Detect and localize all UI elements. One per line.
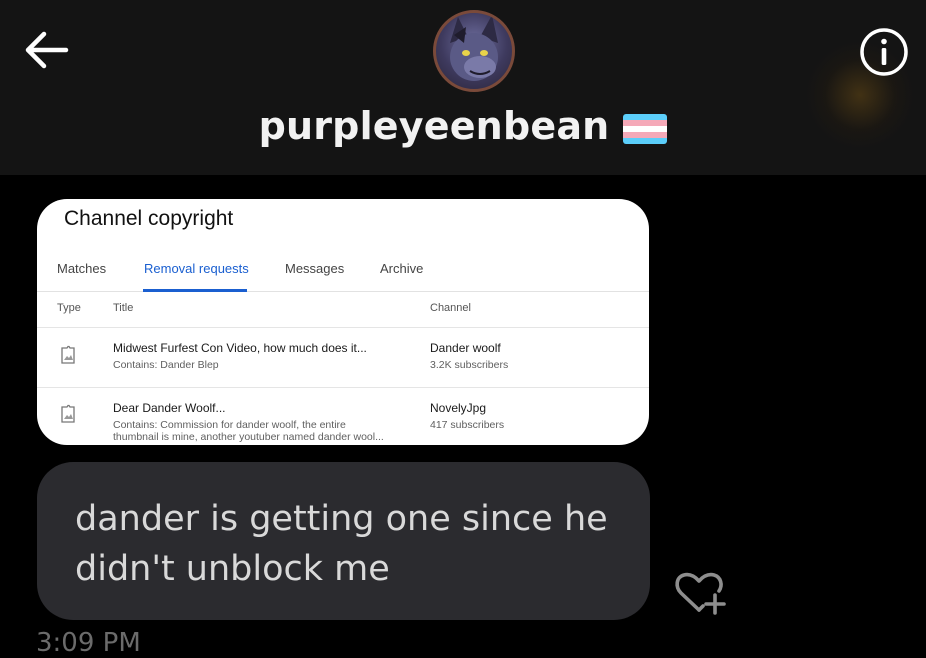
trans-flag-icon xyxy=(623,113,668,144)
row-contains: Contains: Dander Blep xyxy=(113,359,219,371)
conversation-title[interactable]: purpleyeenbean xyxy=(0,104,926,148)
column-header-channel: Channel xyxy=(430,302,471,314)
attached-screenshot[interactable]: Channel copyright Matches Removal reques… xyxy=(37,199,649,445)
message-timestamp: 3:09 PM xyxy=(36,628,141,658)
row-title[interactable]: Midwest Furfest Con Video, how much does… xyxy=(113,341,367,355)
info-button[interactable] xyxy=(858,26,910,78)
info-icon xyxy=(860,28,908,76)
row-contains-continued: thumbnail is mine, another youtuber name… xyxy=(113,431,384,443)
tab-matches[interactable]: Matches xyxy=(57,261,106,276)
row-channel[interactable]: Dander woolf xyxy=(430,341,501,355)
tab-archive[interactable]: Archive xyxy=(380,261,423,276)
row-subscribers: 3.2K subscribers xyxy=(430,359,509,371)
image-icon xyxy=(61,404,75,423)
tab-messages[interactable]: Messages xyxy=(285,261,344,276)
chat-header: purpleyeenbean xyxy=(0,0,926,175)
react-button[interactable] xyxy=(672,568,728,618)
row-contains: Contains: Commission for dander woolf, t… xyxy=(113,419,346,431)
back-button[interactable] xyxy=(22,28,72,72)
wolf-avatar-illustration xyxy=(450,15,498,81)
message-line-1: dander is getting one since he xyxy=(75,499,608,539)
back-arrow-icon xyxy=(25,31,69,69)
tab-bar: Matches Removal requests Messages Archiv… xyxy=(37,261,649,292)
message-text: dander is getting one since he didn't un… xyxy=(75,494,635,594)
tab-removal-requests[interactable]: Removal requests xyxy=(144,261,249,276)
active-tab-indicator xyxy=(143,289,247,292)
message-bubble[interactable]: dander is getting one since he didn't un… xyxy=(37,462,650,620)
table-row[interactable]: Dear Dander Woolf... Contains: Commissio… xyxy=(37,388,649,445)
row-channel[interactable]: NovelyJpg xyxy=(430,401,486,415)
row-title[interactable]: Dear Dander Woolf... xyxy=(113,401,226,415)
column-header-title: Title xyxy=(113,302,134,314)
table-row[interactable]: Midwest Furfest Con Video, how much does… xyxy=(37,328,649,388)
avatar[interactable] xyxy=(433,10,515,92)
message-line-2: didn't unblock me xyxy=(75,549,390,589)
card-title: Channel copyright xyxy=(64,207,234,230)
image-icon xyxy=(61,345,75,364)
username: purpleyeenbean xyxy=(258,104,610,148)
row-subscribers: 417 subscribers xyxy=(430,419,505,431)
flag-stripe xyxy=(623,137,668,144)
heart-plus-icon xyxy=(675,572,726,615)
column-header-type: Type xyxy=(57,302,81,314)
